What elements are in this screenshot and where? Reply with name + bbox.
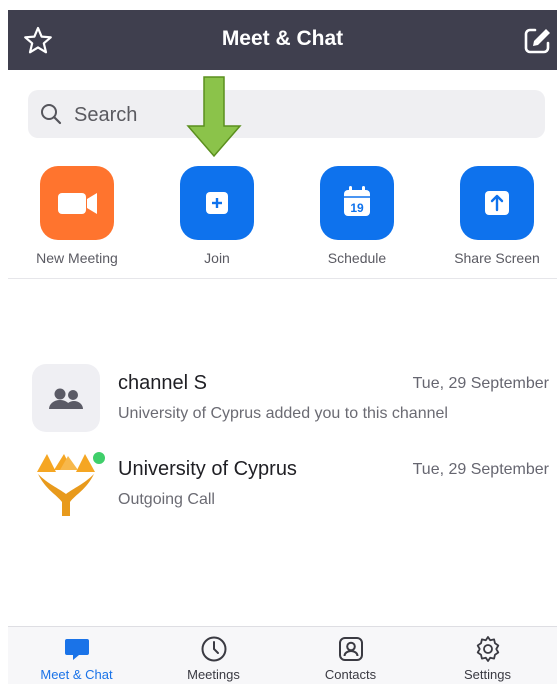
share-screen-label: Share Screen <box>454 250 540 266</box>
share-arrow-icon <box>485 191 509 215</box>
new-meeting-action[interactable]: New Meeting <box>8 166 146 276</box>
compose-icon[interactable] <box>521 25 553 57</box>
page-title: Meet & Chat <box>221 27 344 50</box>
nav-label-meet-chat: Meet & Chat <box>40 667 113 682</box>
chat-subtitle: University of Cyprus added you to this c… <box>118 405 448 422</box>
nav-tab-contacts[interactable]: Contacts <box>282 627 419 684</box>
share-screen-action[interactable]: Share Screen <box>428 166 557 276</box>
nav-label-meetings: Meetings <box>187 667 240 682</box>
chat-bubble-icon <box>65 639 89 660</box>
nav-label-contacts: Contacts <box>324 667 377 682</box>
schedule-button[interactable]: 19 <box>320 166 394 240</box>
people-icon <box>49 388 83 409</box>
nav-tab-meetings[interactable]: Meetings <box>145 627 282 684</box>
new-meeting-button[interactable] <box>40 166 114 240</box>
search-icon <box>41 104 62 125</box>
search-input[interactable] <box>72 98 526 132</box>
calendar-day-text: 19 <box>350 201 364 215</box>
university-logo-icon <box>37 454 95 516</box>
schedule-action[interactable]: 19 Schedule <box>288 166 426 276</box>
new-meeting-label: New Meeting <box>36 250 118 266</box>
chat-subtitle: Outgoing Call <box>118 491 215 508</box>
video-camera-icon <box>58 193 97 214</box>
join-label: Join <box>204 250 230 266</box>
join-action[interactable]: Join <box>148 166 286 276</box>
chat-date: Tue, 29 September <box>412 461 549 478</box>
annotation-down-arrow-icon <box>186 76 242 158</box>
channel-avatar <box>32 364 100 432</box>
chat-name: University of Cyprus <box>118 458 297 480</box>
university-logo-avatar <box>32 450 100 518</box>
schedule-label: Schedule <box>327 250 387 266</box>
chat-date: Tue, 29 September <box>412 375 549 392</box>
search-bar[interactable] <box>28 90 545 138</box>
nav-tab-meet-chat[interactable]: Meet & Chat <box>8 627 145 684</box>
nav-label-settings: Settings <box>464 667 511 682</box>
chat-name: channel S <box>118 372 207 394</box>
header-bar: Meet & Chat <box>8 10 557 70</box>
app-frame: Meet & Chat New Meeting <box>8 10 557 684</box>
bottom-nav: Meet & Chat Meetings Contacts Settings <box>8 626 557 684</box>
calendar-icon: 19 <box>344 186 370 216</box>
gear-icon <box>476 636 500 662</box>
plus-icon <box>206 192 228 214</box>
chat-row-university-of-cyprus[interactable]: University of Cyprus Tue, 29 September O… <box>8 450 557 530</box>
nav-tab-settings[interactable]: Settings <box>419 627 556 684</box>
contact-icon <box>339 637 363 661</box>
share-screen-button[interactable] <box>460 166 534 240</box>
action-row: New Meeting Join 19 Schedule Share Scree… <box>8 166 557 279</box>
online-status-dot <box>91 450 107 466</box>
chat-row-channel-s[interactable]: channel S Tue, 29 September University o… <box>8 364 557 444</box>
join-button[interactable] <box>180 166 254 240</box>
clock-icon <box>201 636 227 662</box>
